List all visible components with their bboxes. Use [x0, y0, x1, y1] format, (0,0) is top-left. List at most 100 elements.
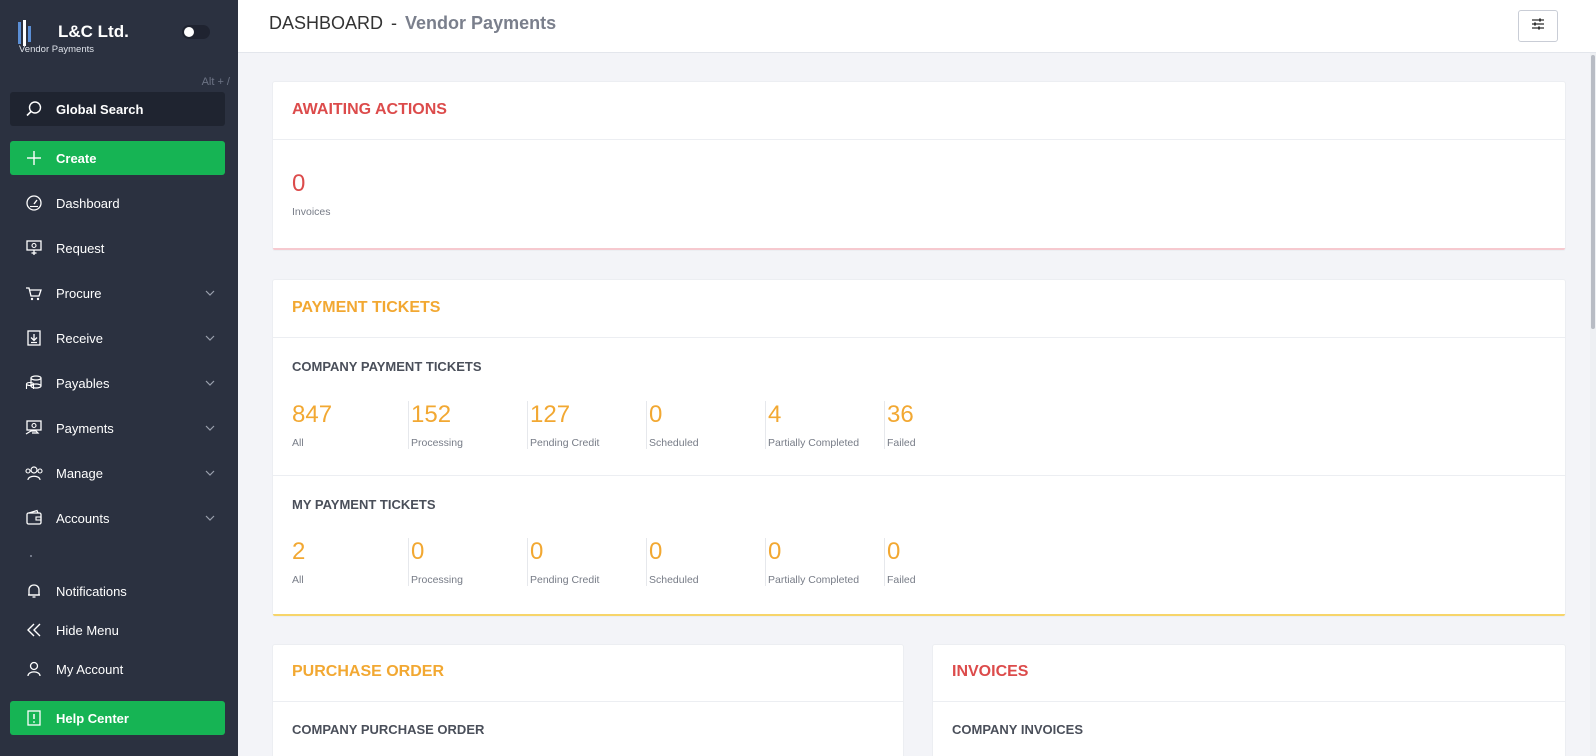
- sidebar-item-accounts[interactable]: Accounts: [10, 501, 225, 535]
- stat-separator: [646, 401, 647, 449]
- stat-value: 0: [649, 538, 663, 565]
- payment-tickets-title: PAYMENT TICKETS: [292, 299, 441, 316]
- dashboard-settings-button[interactable]: [1518, 10, 1558, 42]
- my-stat-scheduled[interactable]: 0 Scheduled: [649, 538, 766, 598]
- stat-value: 4: [768, 401, 782, 428]
- chevron-down-icon: [203, 335, 217, 341]
- hide-menu-button[interactable]: Hide Menu: [10, 613, 225, 647]
- page-title-sub: Vendor Payments: [405, 13, 557, 33]
- create-label: Create: [56, 150, 97, 166]
- menu-separator-dot: [30, 555, 32, 557]
- sidebar-item-procure[interactable]: Procure: [10, 276, 225, 310]
- company-stat-partially-completed[interactable]: 4 Partially Completed: [768, 401, 885, 461]
- sidebar-item-request[interactable]: Request: [10, 231, 225, 265]
- company-stat-failed[interactable]: 36 Failed: [887, 401, 1004, 461]
- stat-separator: [527, 538, 528, 586]
- notifications-button[interactable]: Notifications: [10, 574, 225, 608]
- page-title-main: DASHBOARD: [269, 13, 384, 33]
- sidebar-item-label: Payables: [56, 375, 110, 391]
- card-divider: [273, 701, 903, 702]
- bell-icon: [22, 582, 46, 600]
- card-divider: [933, 701, 1565, 702]
- plus-icon: [22, 149, 46, 167]
- stat-value: 2: [292, 538, 306, 565]
- stat-label: Pending Credit: [530, 437, 600, 449]
- company-invoices-title: COMPANY INVOICES: [952, 722, 1083, 737]
- company-stat-processing[interactable]: 152 Processing: [411, 401, 528, 461]
- main-scrollbar[interactable]: [1590, 53, 1596, 756]
- stat-separator: [884, 538, 885, 586]
- scrollbar-thumb[interactable]: [1591, 55, 1595, 329]
- sidebar-item-label: Manage: [56, 465, 103, 481]
- company-stat-scheduled[interactable]: 0 Scheduled: [649, 401, 766, 461]
- payments-icon: [22, 419, 46, 437]
- speedometer-icon: [22, 194, 46, 212]
- company-logo-icon: [18, 20, 36, 46]
- my-stat-failed[interactable]: 0 Failed: [887, 538, 1004, 598]
- sliders-icon: [1530, 17, 1546, 36]
- stat-separator: [884, 401, 885, 449]
- stat-value: 0: [768, 538, 782, 565]
- card-divider: [273, 475, 1565, 476]
- double-chevron-left-icon: [22, 621, 46, 639]
- global-search-label: Global Search: [56, 101, 144, 117]
- global-search-button[interactable]: Global Search: [10, 92, 225, 126]
- page-title-separator: -: [391, 13, 398, 33]
- invoices-card: INVOICES COMPANY INVOICES: [933, 645, 1565, 756]
- my-account-button[interactable]: My Account: [10, 652, 225, 686]
- my-stat-all[interactable]: 2 All: [292, 538, 409, 598]
- stat-value: 0: [411, 538, 425, 565]
- stat-label: Pending Credit: [530, 574, 600, 586]
- awaiting-invoices-stat[interactable]: 0 Invoices: [292, 170, 409, 230]
- stat-value: 0: [530, 538, 544, 565]
- stat-separator: [765, 538, 766, 586]
- my-stat-processing[interactable]: 0 Processing: [411, 538, 528, 598]
- sidebar-item-label: Request: [56, 240, 105, 256]
- purchase-order-title: PURCHASE ORDER: [292, 663, 445, 680]
- sidebar-item-manage[interactable]: Manage: [10, 456, 225, 490]
- search-shortcut-hint: Alt + /: [201, 76, 230, 88]
- stat-label: Failed: [887, 574, 916, 586]
- my-payment-tickets-title: MY PAYMENT TICKETS: [292, 497, 436, 512]
- cart-icon: [22, 284, 46, 302]
- chevron-down-icon: [203, 425, 217, 431]
- my-stat-partially-completed[interactable]: 0 Partially Completed: [768, 538, 885, 598]
- search-icon: [22, 100, 46, 118]
- theme-toggle[interactable]: [182, 25, 210, 39]
- sidebar-item-dashboard[interactable]: Dashboard: [10, 186, 225, 220]
- stat-value: 0: [887, 538, 901, 565]
- stat-label: All: [292, 437, 304, 449]
- stat-value: 847: [292, 401, 333, 428]
- receive-icon: [22, 329, 46, 347]
- hide-menu-label: Hide Menu: [56, 622, 119, 638]
- coins-icon: [22, 374, 46, 392]
- sidebar-item-payables[interactable]: Payables: [10, 366, 225, 400]
- company-payment-tickets-title: COMPANY PAYMENT TICKETS: [292, 359, 482, 374]
- sidebar-item-receive[interactable]: Receive: [10, 321, 225, 355]
- request-icon: [22, 239, 46, 257]
- stat-label: Partially Completed: [768, 574, 860, 586]
- chevron-down-icon: [203, 290, 217, 296]
- company-stat-all[interactable]: 847 All: [292, 401, 409, 461]
- sidebar-item-label: Payments: [56, 420, 114, 436]
- stat-separator: [527, 401, 528, 449]
- help-center-button[interactable]: Help Center: [10, 701, 225, 735]
- sidebar-item-payments[interactable]: Payments: [10, 411, 225, 445]
- stat-label: Processing: [411, 437, 463, 449]
- stat-value: 0: [649, 401, 663, 428]
- stat-value: 0: [292, 170, 306, 197]
- stat-label: All: [292, 574, 304, 586]
- my-stat-pending-credit[interactable]: 0 Pending Credit: [530, 538, 647, 598]
- card-divider: [273, 337, 1565, 338]
- create-button[interactable]: Create: [10, 141, 225, 175]
- payment-tickets-card: PAYMENT TICKETS COMPANY PAYMENT TICKETS …: [273, 280, 1565, 616]
- purchase-order-card: PURCHASE ORDER COMPANY PURCHASE ORDER: [273, 645, 903, 756]
- stat-label: Scheduled: [649, 437, 699, 449]
- awaiting-actions-title: AWAITING ACTIONS: [292, 101, 447, 118]
- stat-label: Scheduled: [649, 574, 699, 586]
- company-stat-pending-credit[interactable]: 127 Pending Credit: [530, 401, 647, 461]
- help-icon: [22, 709, 46, 727]
- invoices-title: INVOICES: [952, 663, 1029, 680]
- card-divider: [273, 139, 1565, 140]
- my-account-label: My Account: [56, 661, 124, 677]
